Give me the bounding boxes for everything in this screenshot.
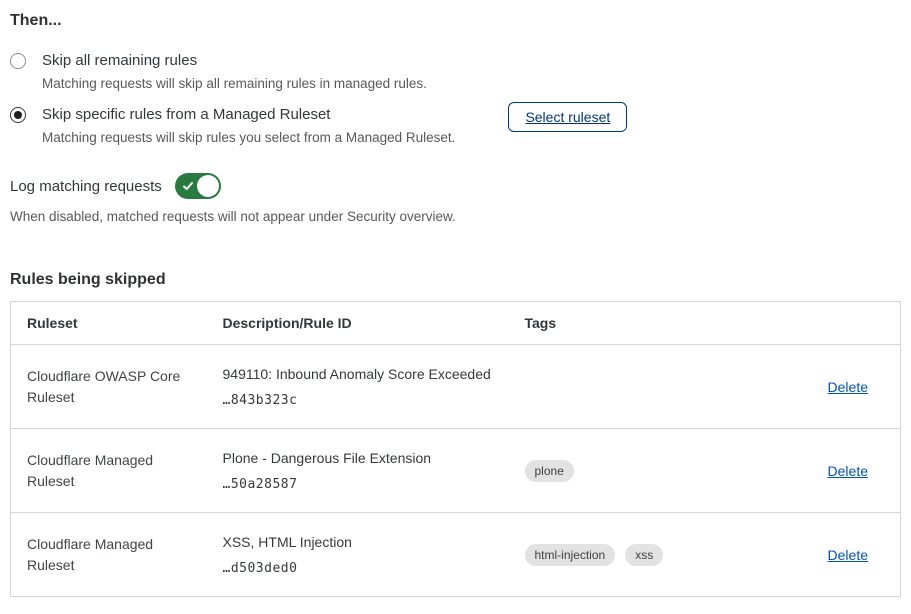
log-matching-toggle[interactable] [175, 173, 221, 199]
action-cell: Delete [769, 345, 901, 429]
tags-cell: html-injection xss [509, 513, 769, 597]
rule-id: …843b323c [223, 393, 493, 408]
description-cell: Plone - Dangerous File Extension …50a285… [207, 429, 509, 513]
log-matching-row: Log matching requests [10, 173, 900, 199]
rule-id: …50a28587 [223, 477, 493, 492]
rules-skipped-table: Ruleset Description/Rule ID Tags Cloudfl… [10, 301, 901, 597]
option-skip-specific: Skip specific rules from a Managed Rules… [10, 105, 900, 146]
ruleset-cell: Cloudflare Managed Ruleset [11, 513, 207, 597]
rule-description: 949110: Inbound Anomaly Score Exceeded [223, 365, 493, 383]
ruleset-cell: Cloudflare Managed Ruleset [11, 429, 207, 513]
delete-link[interactable]: Delete [828, 379, 868, 395]
ruleset-cell: Cloudflare OWASP Core Ruleset [11, 345, 207, 429]
option-description: Matching requests will skip rules you se… [42, 129, 455, 146]
waf-rule-action-panel: Then... Skip all remaining rules Matchin… [0, 0, 911, 597]
rules-skipped-heading: Rules being skipped [10, 270, 900, 289]
option-skip-all: Skip all remaining rules Matching reques… [10, 51, 900, 92]
column-header-actions [769, 302, 901, 345]
option-description: Matching requests will skip all remainin… [42, 75, 427, 92]
column-header-tags: Tags [509, 302, 769, 345]
column-header-ruleset: Ruleset [11, 302, 207, 345]
table-row: Cloudflare OWASP Core Ruleset 949110: In… [11, 345, 901, 429]
radio-skip-specific-rules[interactable] [10, 107, 26, 123]
action-cell: Delete [769, 513, 901, 597]
column-header-description: Description/Rule ID [207, 302, 509, 345]
check-icon [182, 180, 194, 192]
table-header-row: Ruleset Description/Rule ID Tags [11, 302, 901, 345]
tag-pill: xss [625, 544, 663, 566]
log-matching-label: Log matching requests [10, 178, 162, 195]
description-cell: XSS, HTML Injection …d503ded0 [207, 513, 509, 597]
table-row: Cloudflare Managed Ruleset XSS, HTML Inj… [11, 513, 901, 597]
option-label[interactable]: Skip all remaining rules [42, 51, 427, 70]
tags-cell: plone [509, 429, 769, 513]
option-skip-specific-text: Skip specific rules from a Managed Rules… [42, 105, 455, 146]
action-cell: Delete [769, 429, 901, 513]
option-label[interactable]: Skip specific rules from a Managed Rules… [42, 105, 455, 124]
select-ruleset-button[interactable]: Select ruleset [508, 102, 627, 132]
description-cell: 949110: Inbound Anomaly Score Exceeded …… [207, 345, 509, 429]
rule-description: XSS, HTML Injection [223, 533, 493, 551]
tag-pill: plone [525, 460, 574, 482]
delete-link[interactable]: Delete [828, 547, 868, 563]
rule-description: Plone - Dangerous File Extension [223, 449, 493, 467]
toggle-knob [197, 175, 219, 197]
tag-pill: html-injection [525, 544, 616, 566]
log-matching-description: When disabled, matched requests will not… [10, 208, 900, 225]
then-heading: Then... [10, 11, 900, 30]
rule-id: …d503ded0 [223, 561, 493, 576]
delete-link[interactable]: Delete [828, 463, 868, 479]
radio-skip-all-rules[interactable] [10, 53, 26, 69]
option-skip-all-text: Skip all remaining rules Matching reques… [42, 51, 427, 92]
option-skip-specific-row: Skip specific rules from a Managed Rules… [42, 105, 627, 146]
table-row: Cloudflare Managed Ruleset Plone - Dange… [11, 429, 901, 513]
tags-cell [509, 345, 769, 429]
